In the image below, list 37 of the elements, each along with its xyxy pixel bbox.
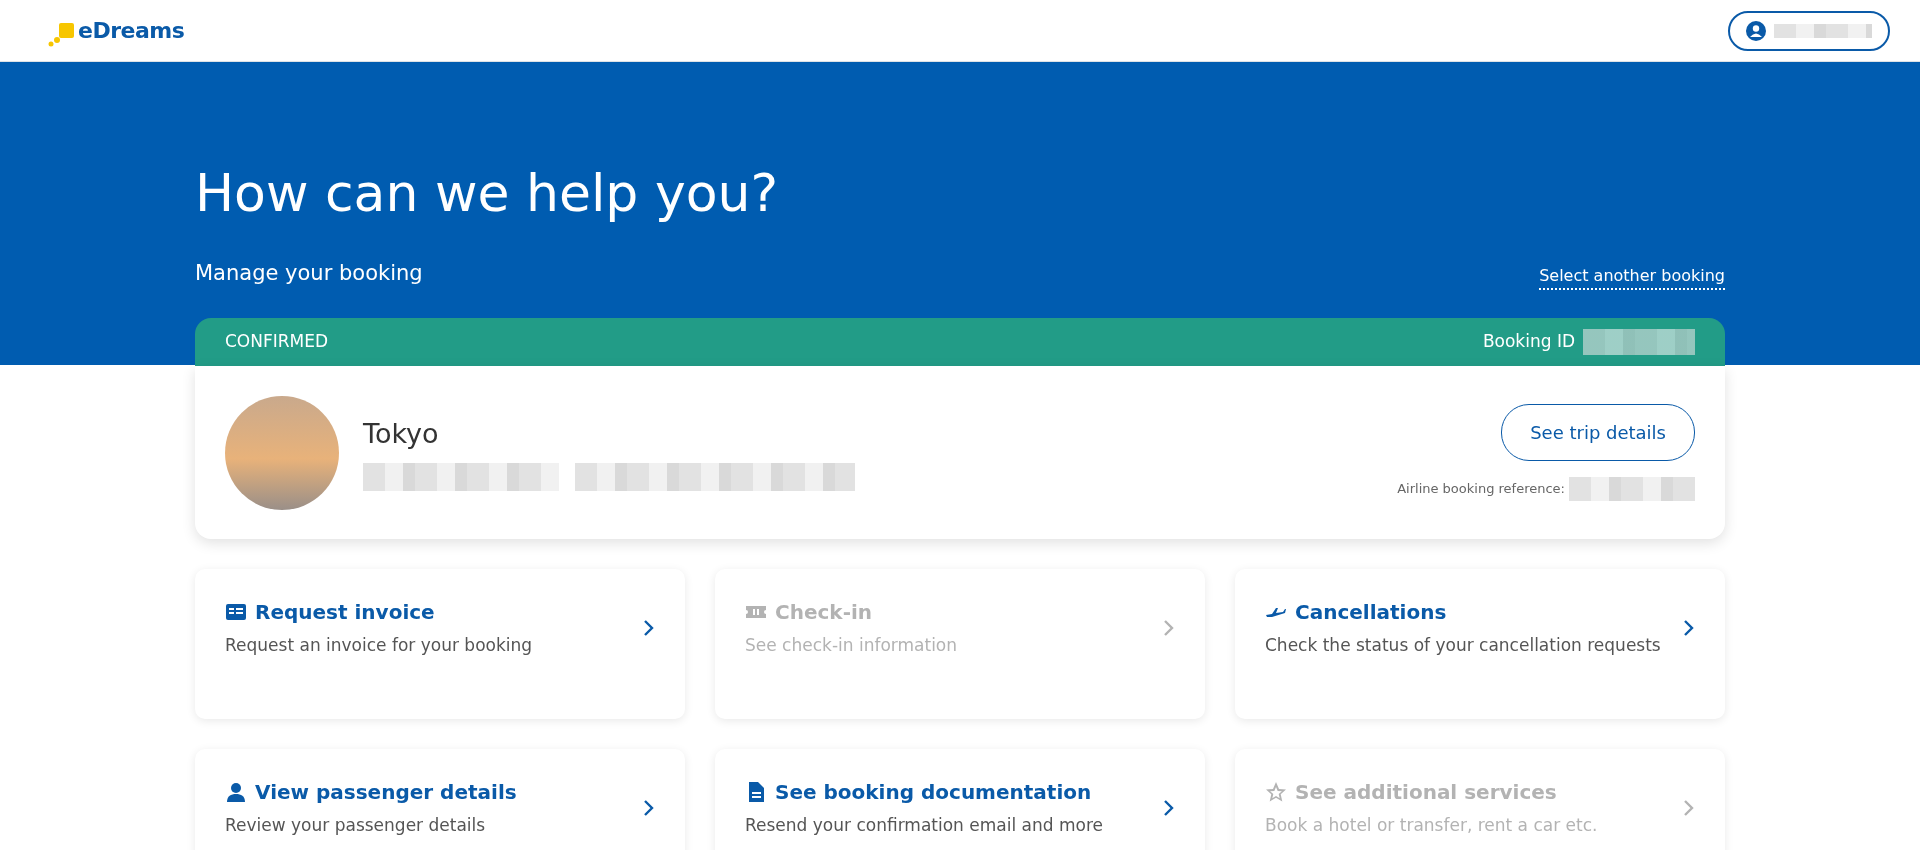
- destination-name: Tokyo: [363, 417, 440, 452]
- booking-id-label: Booking ID: [1482, 330, 1575, 354]
- chevron-right-icon: [1163, 799, 1175, 817]
- action-card[interactable]: See booking documentation Resend your confirmation email and more: [715, 749, 1205, 850]
- person-icon: [225, 781, 247, 803]
- action-description: Check the status of your cancellation requests: [1265, 634, 1662, 657]
- action-title: View passenger details: [255, 779, 517, 806]
- action-title: Check-in: [775, 599, 873, 626]
- chevron-right-icon: [643, 619, 655, 637]
- user-icon: [1746, 20, 1766, 41]
- logo-text[interactable]: eDreams: [78, 14, 185, 47]
- chevron-right-icon: [643, 799, 655, 817]
- see-trip-details-button[interactable]: See trip details: [1501, 404, 1695, 461]
- page-title: How can we help you?: [195, 162, 780, 225]
- chevron-right-icon: [1163, 619, 1175, 637]
- action-title: Request invoice: [255, 599, 435, 626]
- chevron-right-icon: [1683, 799, 1695, 817]
- action-description: Resend your confirmation email and more: [745, 814, 1104, 837]
- action-card[interactable]: Request invoice Request an invoice for your booking: [195, 569, 685, 719]
- action-description: Review your passenger details: [225, 814, 487, 837]
- action-title: See booking documentation: [775, 779, 1092, 806]
- booking-status: CONFIRMED: [225, 330, 329, 354]
- action-description: Book a hotel or transfer, rent a car etc.: [1265, 814, 1599, 837]
- action-title: See additional services: [1295, 779, 1557, 806]
- section-label: Manage your booking: [195, 260, 423, 288]
- action-description: Request an invoice for your booking: [225, 634, 534, 657]
- action-title: Cancellations: [1295, 599, 1447, 626]
- chevron-right-icon: [1683, 619, 1695, 637]
- action-card[interactable]: View passenger details Review your passenger details: [195, 749, 685, 850]
- action-card[interactable]: Cancellations Check the status of your cancellation requests: [1235, 569, 1725, 719]
- action-description: See check-in information: [745, 634, 959, 657]
- airline-reference-label: Airline booking reference:: [1397, 480, 1565, 499]
- star-icon: [1265, 781, 1287, 803]
- select-booking-link[interactable]: Select another booking: [1539, 263, 1725, 290]
- invoice-icon: [225, 601, 247, 623]
- logo-icon: [48, 23, 74, 47]
- account-button[interactable]: [1728, 10, 1890, 51]
